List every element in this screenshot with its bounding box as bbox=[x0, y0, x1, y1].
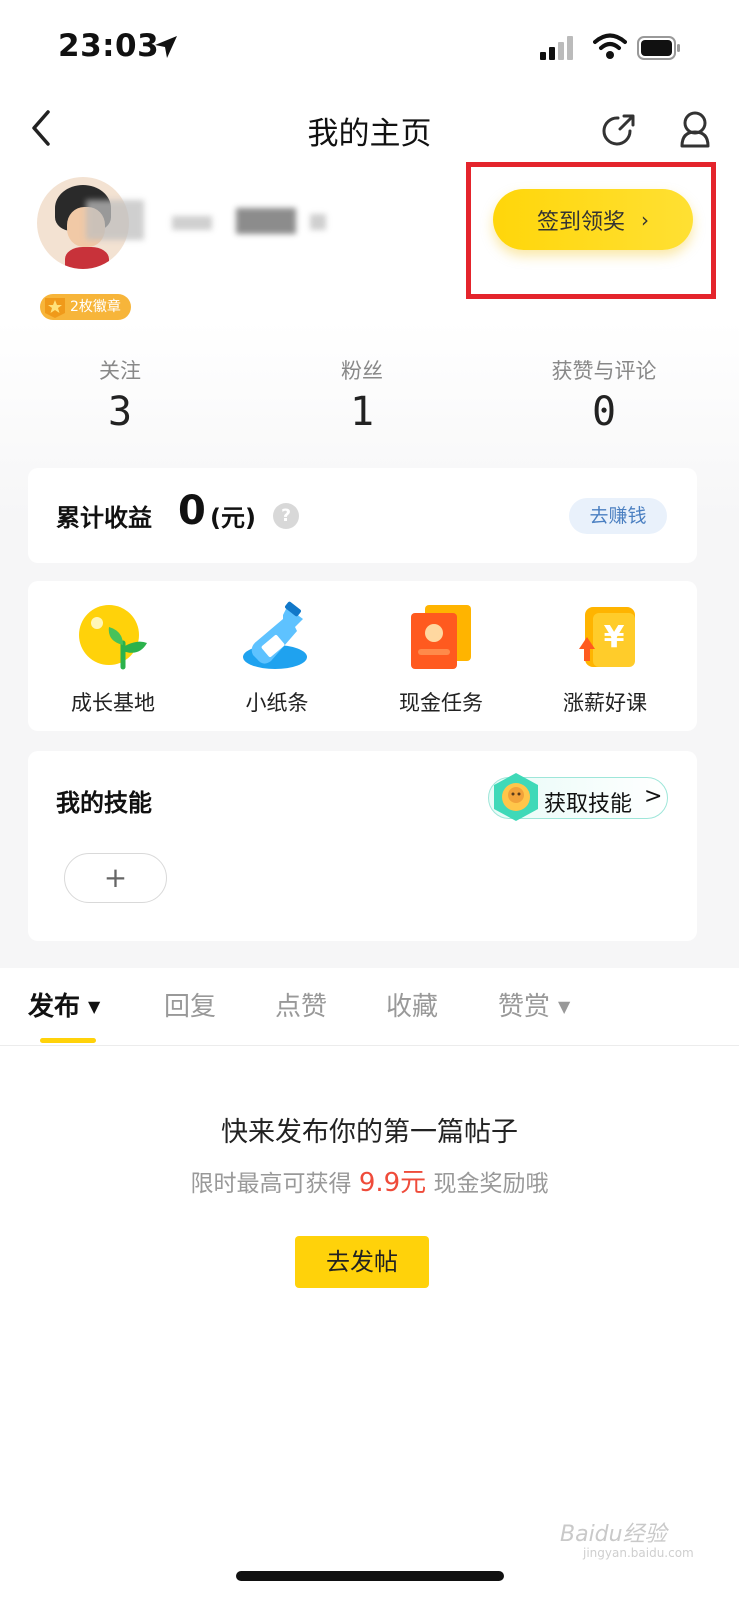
battery-icon bbox=[637, 36, 680, 60]
stat-likes-comments[interactable]: 获赞与评论 0 bbox=[504, 355, 704, 435]
watermark: Baidu经验 bbox=[560, 1522, 667, 1547]
empty-state-subtitle: 限时最高可获得 9.9元 现金奖励哦 bbox=[0, 1162, 739, 1199]
share-icon[interactable] bbox=[598, 111, 638, 151]
status-bar: 23:03 bbox=[0, 0, 739, 90]
tab-favorites[interactable]: 收藏 bbox=[386, 986, 438, 1023]
shortcuts-card: 成长基地 小纸条 现金任务 ¥ 涨薪好课 bbox=[28, 581, 697, 731]
content-tabs: 发布 ▼ 回复 点赞 收藏 赞赏 ▼ bbox=[0, 968, 739, 1046]
tab-label: 赞赏 bbox=[498, 992, 551, 1022]
shortcut-label: 涨薪好课 bbox=[563, 691, 647, 715]
wifi-icon bbox=[593, 33, 627, 59]
skills-card: 我的技能 获取技能 > + bbox=[28, 751, 697, 941]
stat-following[interactable]: 关注 3 bbox=[20, 355, 220, 435]
create-post-button[interactable]: 去发帖 bbox=[295, 1236, 429, 1288]
home-indicator[interactable] bbox=[236, 1571, 504, 1581]
shortcut-cash-task[interactable]: 现金任务 bbox=[366, 601, 516, 717]
tab-active-indicator bbox=[40, 1038, 96, 1043]
stat-label: 粉丝 bbox=[341, 359, 383, 383]
tab-label: 发布 bbox=[28, 992, 81, 1022]
watermark-url: jingyan.baidu.com bbox=[583, 1546, 694, 1560]
add-skill-button[interactable]: + bbox=[64, 853, 167, 903]
shortcut-label: 小纸条 bbox=[245, 691, 309, 715]
skill-medal-icon bbox=[494, 773, 538, 821]
caret-down-icon: ▼ bbox=[88, 997, 101, 1016]
skills-title: 我的技能 bbox=[56, 789, 152, 817]
username-redacted bbox=[86, 200, 144, 240]
shortcut-label: 成长基地 bbox=[71, 691, 155, 715]
tab-publish[interactable]: 发布 ▼ bbox=[28, 986, 100, 1023]
subtitle-suffix: 现金奖励哦 bbox=[433, 1171, 549, 1197]
tab-rewards[interactable]: 赞赏 ▼ bbox=[498, 986, 570, 1023]
cash-card-icon bbox=[411, 605, 471, 669]
caret-down-icon: ▼ bbox=[558, 997, 571, 1016]
earnings-value: 0 bbox=[178, 488, 206, 534]
empty-state-title: 快来发布你的第一篇帖子 bbox=[221, 1117, 518, 1148]
badge-chip[interactable]: 2枚徽章 bbox=[40, 294, 131, 320]
stat-followers[interactable]: 粉丝 1 bbox=[262, 355, 462, 435]
shortcut-note[interactable]: 小纸条 bbox=[202, 601, 352, 717]
status-time: 23:03 bbox=[58, 28, 160, 64]
svg-text:¥: ¥ bbox=[604, 620, 625, 655]
username-redacted-2 bbox=[172, 216, 212, 230]
stat-label: 获赞与评论 bbox=[551, 359, 657, 383]
earnings-unit: (元) bbox=[210, 504, 256, 532]
stat-label: 关注 bbox=[99, 359, 141, 383]
yen-book-icon: ¥ bbox=[579, 607, 635, 667]
stat-value: 1 bbox=[349, 389, 375, 435]
earnings-title: 累计收益 bbox=[56, 504, 152, 532]
avatar-shirt bbox=[65, 247, 109, 269]
star-icon bbox=[45, 298, 65, 318]
reward-amount: 9.9元 bbox=[358, 1168, 427, 1198]
tab-reply[interactable]: 回复 bbox=[164, 986, 216, 1023]
tab-label: 回复 bbox=[164, 992, 217, 1022]
username-redacted-3 bbox=[236, 208, 296, 234]
cellular-signal-icon bbox=[540, 36, 573, 60]
tab-label: 点赞 bbox=[275, 992, 328, 1022]
stat-value: 3 bbox=[107, 389, 133, 435]
earn-money-button[interactable]: 去赚钱 bbox=[569, 498, 667, 534]
location-arrow-icon bbox=[155, 36, 177, 58]
help-icon[interactable]: ? bbox=[273, 503, 299, 529]
subtitle-prefix: 限时最高可获得 bbox=[190, 1171, 352, 1197]
earnings-card: 累计收益 0 (元) ? 去赚钱 bbox=[28, 468, 697, 563]
tab-likes[interactable]: 点赞 bbox=[275, 986, 327, 1023]
tab-label: 收藏 bbox=[386, 992, 439, 1022]
sprout-icon bbox=[79, 605, 147, 670]
chevron-right-icon: > bbox=[644, 784, 663, 809]
username-redacted-4 bbox=[310, 214, 326, 230]
shortcut-label: 现金任务 bbox=[399, 691, 483, 715]
bottle-icon bbox=[243, 601, 307, 669]
highlight-box bbox=[466, 162, 716, 299]
shortcut-salary-course[interactable]: ¥ 涨薪好课 bbox=[530, 601, 680, 717]
badge-count-label: 2枚徽章 bbox=[70, 299, 121, 315]
stat-value: 0 bbox=[591, 389, 617, 435]
user-profile-icon[interactable] bbox=[679, 110, 711, 148]
get-skill-label: 获取技能 bbox=[544, 792, 633, 817]
shortcut-growth-base[interactable]: 成长基地 bbox=[38, 601, 188, 717]
